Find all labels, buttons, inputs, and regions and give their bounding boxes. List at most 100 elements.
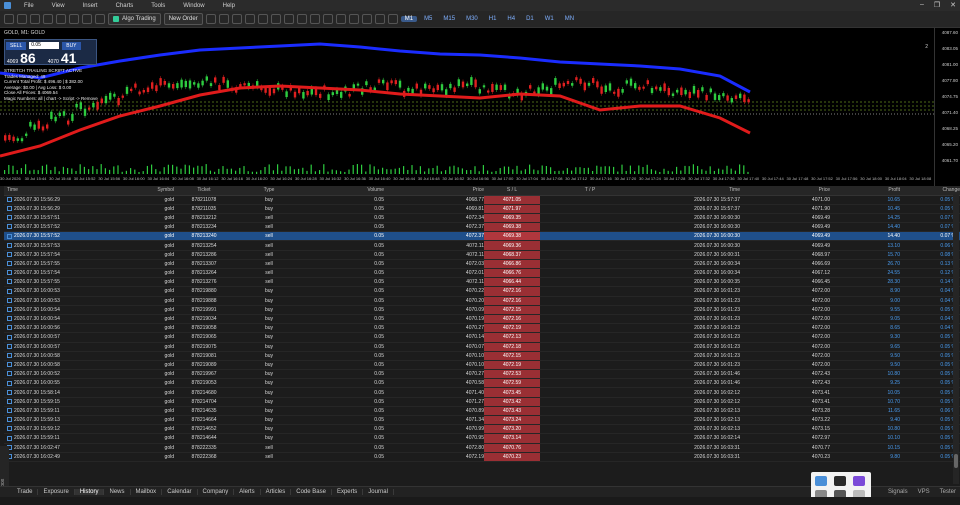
column-header[interactable]: Volume [304, 186, 384, 196]
table-row[interactable]: 2026.07.30 16:02:47 gold 878222335 sell 0.05… [4, 443, 960, 453]
menu-charts[interactable]: Charts [107, 3, 143, 9]
table-row[interactable]: 2026.07.30 16:00:52 gold 878219967 buy 0.05 4… [4, 369, 960, 380]
menu-tools[interactable]: Tools [142, 3, 174, 9]
table-row[interactable]: 2026.07.30 16:00:58 gold 878219089 buy 0.05 4… [4, 360, 960, 371]
new-order-button[interactable]: New Order [163, 13, 203, 25]
tf-mn[interactable]: MN [561, 16, 578, 22]
horizontal-line-icon[interactable] [335, 14, 346, 24]
table-row[interactable]: 2026.07.30 16:02:49 gold 878222368 sell 0.05… [4, 452, 960, 462]
zoom-icon[interactable] [43, 14, 53, 24]
close-icon[interactable]: ✕ [950, 1, 956, 9]
menu-insert[interactable]: Insert [74, 3, 107, 9]
tab-articles[interactable]: Articles [261, 489, 292, 495]
sell-price[interactable]: 4069 86 [5, 50, 36, 66]
table-row[interactable]: 2026.07.30 16:00:58 gold 878219081 buy 0.05 4… [4, 351, 960, 361]
table-row[interactable]: 2026.07.30 15:58:14 gold 878214680 buy 0.05 4… [4, 387, 960, 398]
table-row[interactable]: 2026.07.30 15:57:52 gold 878213240 sell 0.05… [4, 231, 960, 242]
tab-experts[interactable]: Experts [332, 489, 364, 495]
profiles-icon[interactable] [17, 14, 27, 24]
tab-alerts[interactable]: Alerts [234, 489, 261, 495]
tab-trade[interactable]: Trade [12, 489, 39, 495]
tray-app-icon[interactable] [815, 476, 827, 486]
tab-code-base[interactable]: Code Base [291, 489, 332, 495]
table-row[interactable]: 2026.07.30 16:00:54 gold 878219034 buy 0.05 4… [4, 314, 960, 325]
column-header[interactable]: Price [740, 186, 830, 196]
tab-signals[interactable]: Signals [888, 489, 908, 495]
zoom-out-icon[interactable] [244, 14, 255, 24]
menu-help[interactable]: Help [214, 3, 244, 9]
tf-d1[interactable]: D1 [522, 16, 538, 22]
tab-news[interactable]: News [104, 489, 131, 495]
algo-trading-button[interactable]: Algo Trading [108, 13, 161, 25]
table-row[interactable]: 2026.07.30 16:00:57 gold 878219075 buy 0.05 4… [4, 342, 960, 352]
tf-h4[interactable]: H4 [503, 16, 519, 22]
text-icon[interactable] [361, 14, 372, 24]
tab-calendar[interactable]: Calendar [162, 489, 198, 495]
table-scrollbar[interactable] [953, 194, 959, 484]
table-row[interactable]: 2026.07.30 15:59:11 gold 878214644 buy 0.05 4… [4, 433, 960, 444]
tf-w1[interactable]: W1 [541, 16, 558, 22]
line-chart-icon[interactable] [296, 14, 307, 24]
terminal-icon[interactable] [95, 14, 105, 24]
fibo-icon[interactable] [374, 14, 385, 24]
table-row[interactable]: 2026.07.30 15:57:52 gold 878213234 sell 0.05… [4, 222, 960, 233]
table-row[interactable]: 2026.07.30 15:57:54 gold 878213264 sell 0.05… [4, 268, 960, 279]
tab-tester[interactable]: Tester [940, 489, 956, 495]
column-header[interactable]: Price [384, 186, 484, 196]
column-header[interactable]: Symbol [124, 186, 174, 196]
candle-chart-icon[interactable] [283, 14, 294, 24]
cursor-icon[interactable] [309, 14, 320, 24]
price-scale[interactable]: 4087.60 4083.05 4081.00 4077.80 4074.75 … [934, 28, 960, 186]
column-header[interactable]: Time [4, 186, 124, 196]
table-row[interactable]: 2026.07.30 16:00:53 gold 878219880 buy 0.05 4… [4, 286, 960, 297]
table-row[interactable]: 2026.07.30 16:00:57 gold 878219065 buy 0.05 4… [4, 332, 960, 343]
data-window-icon[interactable] [82, 14, 92, 24]
navigator-icon[interactable] [56, 14, 66, 24]
menu-window[interactable]: Window [174, 3, 213, 9]
menu-view[interactable]: View [43, 3, 74, 9]
vertical-line-icon[interactable] [322, 14, 333, 24]
column-header[interactable]: Type [234, 186, 304, 196]
tab-history[interactable]: History [74, 489, 105, 495]
table-row[interactable]: 2026.07.30 15:57:54 gold 878213286 sell 0.05… [4, 250, 960, 260]
shapes-icon[interactable] [387, 14, 398, 24]
tf-m15[interactable]: M15 [439, 16, 459, 22]
tab-vps[interactable]: VPS [918, 489, 930, 495]
column-header[interactable]: Profit [830, 186, 900, 196]
sell-button[interactable]: SELL [6, 41, 27, 50]
ide-icon[interactable] [30, 14, 40, 24]
bar-chart-icon[interactable] [270, 14, 281, 24]
restore-icon[interactable]: ❐ [934, 1, 940, 9]
table-row[interactable]: 2026.07.30 15:56:29 gold 878211078 buy 0.05 4… [4, 195, 960, 205]
buy-price[interactable]: 4070 41 [46, 50, 77, 66]
price-chart[interactable]: GOLD, M1: GOLD SELL 0.05 BUY 4069 86 4070… [0, 28, 960, 186]
tf-m1[interactable]: M1 [400, 16, 418, 22]
tab-journal[interactable]: Journal [363, 489, 394, 495]
tf-m30[interactable]: M30 [462, 16, 482, 22]
tab-company[interactable]: Company [198, 489, 235, 495]
column-header[interactable]: Ticket [174, 186, 234, 196]
table-row[interactable]: 2026.07.30 16:00:53 gold 878219888 buy 0.05 4… [4, 296, 960, 306]
market-watch-icon[interactable] [69, 14, 79, 24]
table-row[interactable]: 2026.07.30 15:59:11 gold 878214635 buy 0.05 4… [4, 406, 960, 417]
trendline-icon[interactable] [348, 14, 359, 24]
tab-exposure[interactable]: Exposure [38, 489, 75, 495]
minimize-icon[interactable]: – [920, 1, 924, 9]
grid-icon[interactable] [257, 14, 268, 24]
table-row[interactable]: 2026.07.30 15:57:53 gold 878213254 sell 0.05… [4, 240, 960, 251]
table-row[interactable]: 2026.07.30 15:59:15 gold 878214704 buy 0.05 4… [4, 397, 960, 407]
tf-h1[interactable]: H1 [485, 16, 501, 22]
column-header[interactable]: T / P [540, 186, 640, 196]
table-row[interactable]: 2026.07.30 15:57:55 gold 878213307 sell 0.05… [4, 259, 960, 270]
buy-button[interactable]: BUY [62, 41, 81, 50]
depth-of-market-icon[interactable] [205, 14, 216, 24]
table-row[interactable]: 2026.07.30 15:57:55 gold 878213276 sell 0.05… [4, 277, 960, 288]
tray-app-icon[interactable] [834, 476, 846, 486]
table-row[interactable]: 2026.07.30 16:00:56 gold 878219058 buy 0.05 4… [4, 323, 960, 334]
table-row[interactable]: 2026.07.30 15:59:12 gold 878214652 buy 0.05 4… [4, 424, 960, 435]
volume-input[interactable]: 0.05 [29, 42, 60, 49]
table-row[interactable]: 2026.07.30 15:57:51 gold 878213212 sell 0.05… [4, 213, 960, 224]
tf-m5[interactable]: M5 [420, 16, 436, 22]
new-chart-icon[interactable] [4, 14, 14, 24]
column-header[interactable]: Time [640, 186, 740, 196]
